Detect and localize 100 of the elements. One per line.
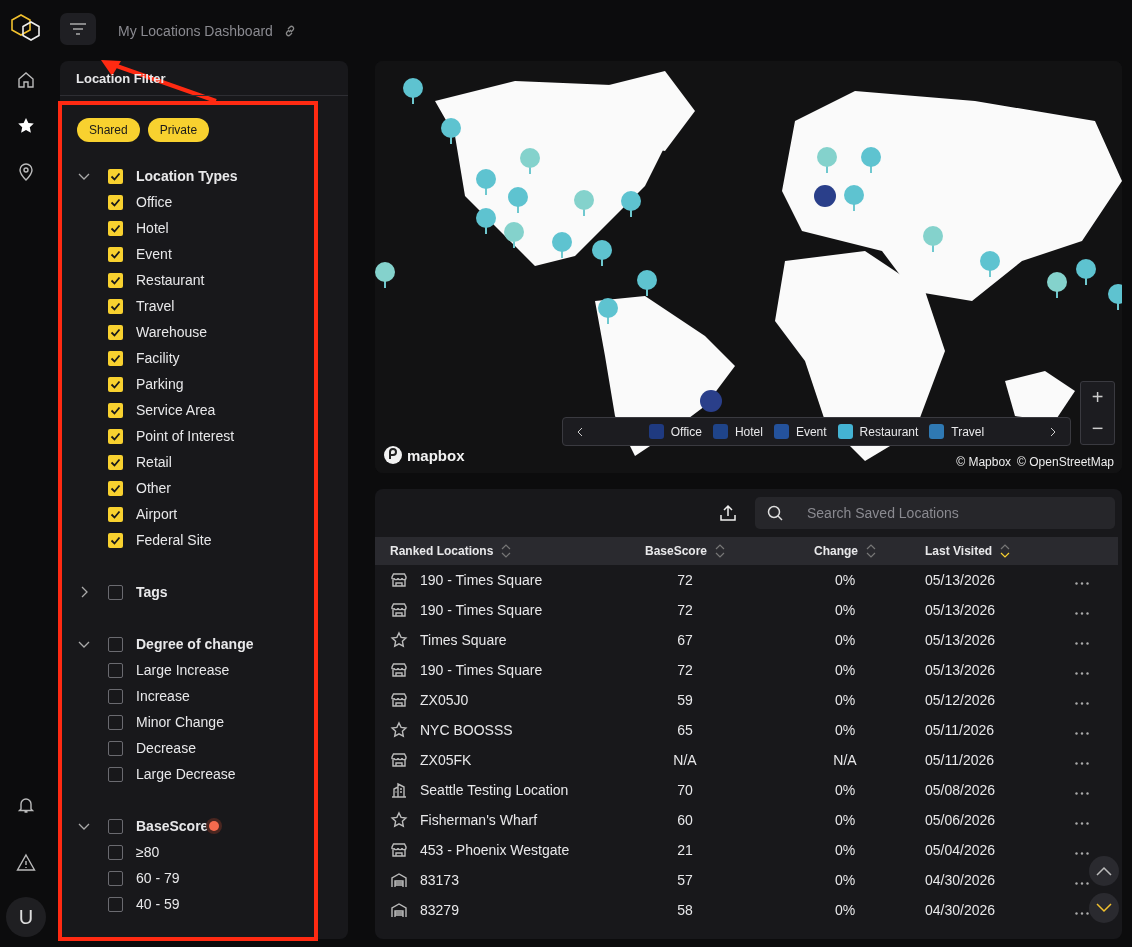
table-cell: 0%: [834, 632, 856, 648]
table-cell: 05/11/2026: [925, 722, 995, 738]
location-name[interactable]: 83173: [420, 872, 459, 888]
checkbox[interactable]: [108, 818, 123, 834]
filter-option-label: Travel: [136, 298, 175, 314]
attribution-link[interactable]: © OpenStreetMap: [1017, 455, 1114, 469]
more-icon: [1075, 672, 1089, 675]
more-icon: [1075, 912, 1089, 915]
legend-label: Event: [795, 424, 827, 439]
checkmark-icon: [110, 404, 121, 416]
building-icon: [390, 781, 408, 799]
location-name[interactable]: 83279: [420, 902, 459, 918]
checkbox[interactable]: [108, 584, 123, 600]
checkbox[interactable]: [108, 298, 123, 314]
legend-label: Travel: [951, 424, 985, 439]
filter-group-label: Degree of change: [136, 636, 254, 652]
location-name[interactable]: Seattle Testing Location: [420, 782, 569, 798]
filter-option-label: Event: [136, 246, 172, 262]
upload-icon[interactable]: [719, 504, 737, 522]
location-name[interactable]: Times Square: [420, 632, 507, 648]
bell-icon[interactable]: [16, 795, 36, 815]
legend-label: Restaurant: [859, 424, 919, 439]
location-name[interactable]: 190 - Times Square: [420, 572, 543, 588]
store-icon: [390, 571, 408, 589]
location-name[interactable]: 453 - Phoenix Westgate: [420, 842, 570, 858]
table-cell: 04/30/2026: [925, 902, 996, 918]
location-name[interactable]: 190 - Times Square: [420, 602, 543, 618]
checkbox[interactable]: [108, 740, 123, 756]
column-header[interactable]: Ranked Locations: [390, 544, 494, 558]
logo-icon[interactable]: [9, 12, 43, 44]
checkbox[interactable]: [108, 844, 123, 860]
checkbox[interactable]: [108, 714, 123, 730]
table-cell: 0%: [834, 572, 856, 588]
user-avatar[interactable]: U: [6, 897, 46, 937]
checkbox[interactable]: [108, 350, 123, 366]
checkmark-icon: [110, 196, 121, 208]
checkmark-icon: [110, 170, 121, 182]
more-icon: [1075, 882, 1089, 885]
checkbox[interactable]: [108, 324, 123, 340]
store-icon: [390, 751, 408, 769]
filter-option-label: Hotel: [136, 220, 169, 236]
checkbox[interactable]: [108, 870, 123, 886]
checkbox[interactable]: [108, 272, 123, 288]
checkbox[interactable]: [108, 194, 123, 210]
filter-group-label: BaseScore: [136, 818, 209, 834]
checkbox[interactable]: [108, 402, 123, 418]
table-cell: 72: [677, 602, 693, 618]
location-name[interactable]: ZX05FK: [420, 752, 472, 768]
table-cell: 21: [677, 842, 693, 858]
checkbox[interactable]: [108, 220, 123, 236]
filter-chip[interactable]: Shared: [77, 118, 140, 142]
location-name[interactable]: NYC BOOSSS: [420, 722, 513, 738]
warning-icon[interactable]: [16, 853, 36, 873]
filter-chip[interactable]: Private: [147, 118, 210, 142]
table-cell: 67: [677, 632, 693, 648]
location-name[interactable]: ZX05J0: [420, 692, 469, 708]
scroll-down-button[interactable]: [1089, 893, 1119, 923]
scroll-up-button[interactable]: [1089, 856, 1119, 886]
table-cell: 05/13/2026: [925, 632, 996, 648]
checkbox[interactable]: [108, 896, 123, 912]
map-brand: mapbox: [407, 446, 465, 464]
location-pin-icon[interactable]: [16, 162, 36, 182]
legend-label: Office: [670, 424, 702, 439]
legend-prev-button[interactable]: [575, 426, 585, 437]
checkbox[interactable]: [108, 636, 123, 652]
menu-icon: [69, 22, 87, 35]
table-cell: 0%: [834, 902, 856, 918]
checkbox[interactable]: [108, 480, 123, 496]
checkbox[interactable]: [108, 428, 123, 444]
checkbox[interactable]: [108, 662, 123, 678]
table-cell: 58: [677, 902, 693, 918]
more-icon: [1075, 792, 1089, 795]
zoom-in-button[interactable]: +: [1081, 382, 1114, 413]
checkbox[interactable]: [108, 246, 123, 262]
filter-option-label: Office: [136, 194, 173, 210]
attribution-link[interactable]: © Mapbox: [956, 455, 1012, 469]
filter-option-label: Large Decrease: [136, 766, 236, 782]
zoom-out-button[interactable]: −: [1081, 413, 1114, 444]
table-cell: N/A: [673, 752, 697, 768]
checkbox[interactable]: [108, 506, 123, 522]
checkbox[interactable]: [108, 688, 123, 704]
checkbox[interactable]: [108, 454, 123, 470]
checkbox[interactable]: [108, 168, 123, 184]
filter-option-label: ≥80: [136, 844, 160, 860]
location-name[interactable]: 190 - Times Square: [420, 662, 543, 678]
sort-icon[interactable]: [1000, 543, 1011, 559]
legend-next-button[interactable]: [1048, 426, 1058, 437]
column-header[interactable]: BaseScore: [644, 544, 707, 558]
home-icon[interactable]: [16, 70, 36, 90]
column-header[interactable]: Last Visited: [925, 544, 993, 558]
more-icon: [1075, 702, 1089, 705]
checkbox[interactable]: [108, 766, 123, 782]
location-name[interactable]: Fisherman's Wharf: [420, 812, 538, 828]
search-icon: [767, 505, 783, 521]
column-header[interactable]: Change: [814, 544, 858, 558]
table-cell: 05/08/2026: [925, 782, 996, 798]
more-icon: [1075, 642, 1089, 645]
filter-menu-button[interactable]: [60, 12, 96, 45]
checkbox[interactable]: [108, 532, 123, 548]
checkbox[interactable]: [108, 376, 123, 392]
